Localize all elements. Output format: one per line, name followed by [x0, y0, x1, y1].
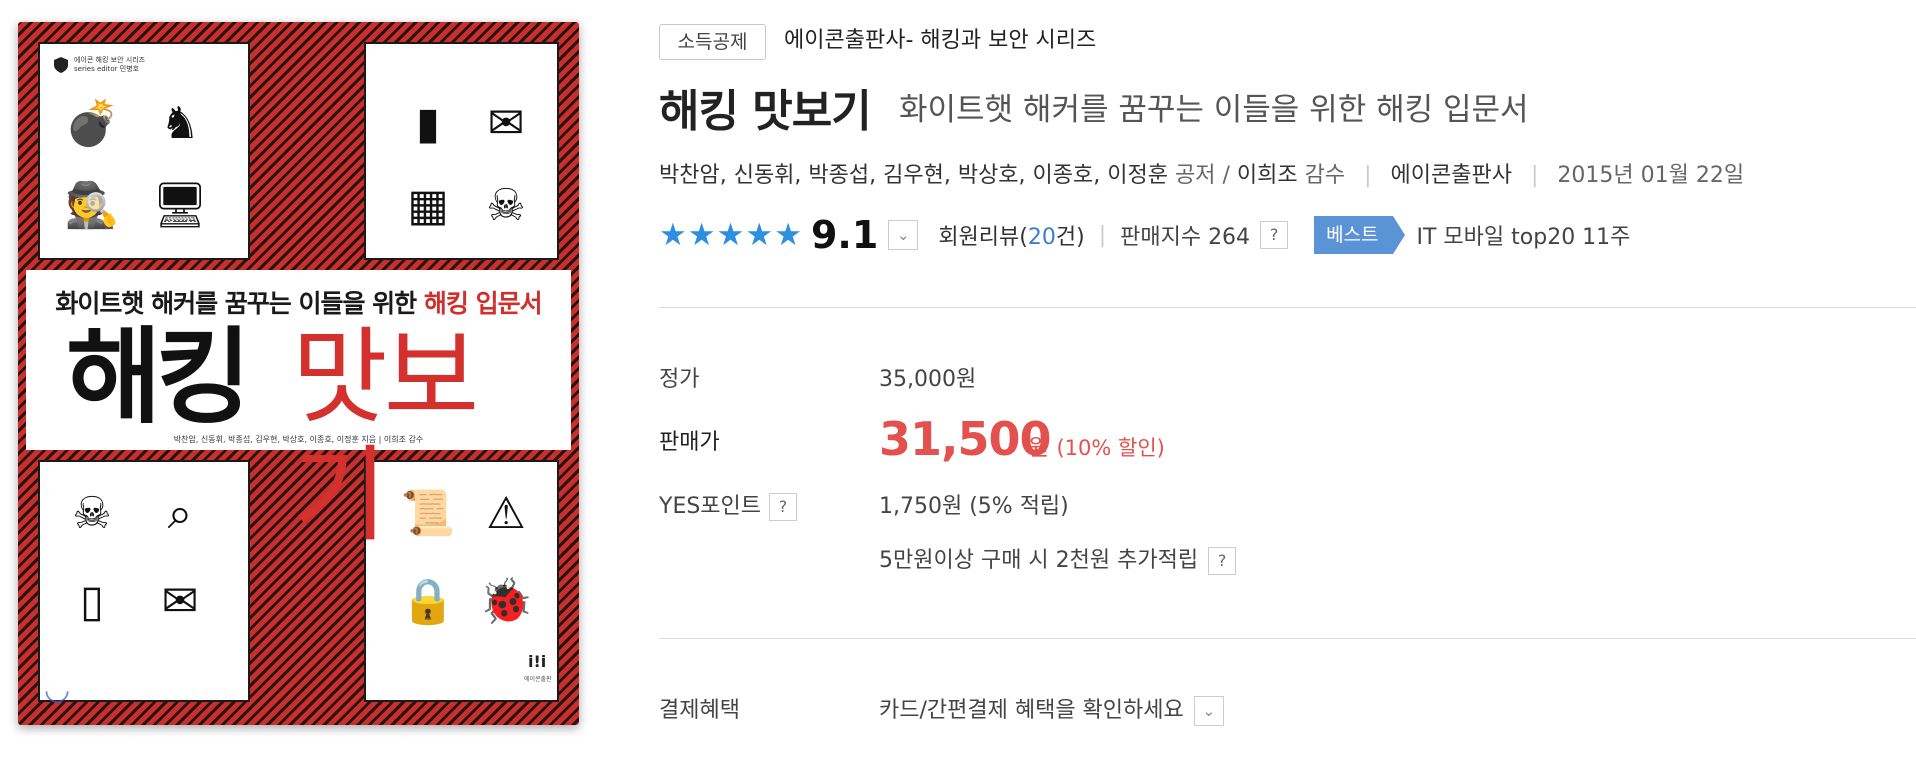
flash-drive-icon: ▯ — [79, 576, 105, 627]
pirate-icon: ☠ — [72, 488, 112, 539]
star-icon: ★ — [687, 217, 716, 253]
cover-title-black: 해킹 — [66, 316, 251, 438]
cover-subtitle-highlight: 해킹 입문서 — [423, 289, 543, 318]
supervisor-role: 감수 — [1304, 163, 1346, 188]
discount-rate: (10% 할인) — [1056, 436, 1165, 460]
bomb-icon: 💣 — [64, 98, 120, 149]
publisher-logo-text: 에이콘출판 — [524, 676, 552, 683]
shield-icon — [54, 57, 68, 73]
bonus-points: 5만원이상 구매 시 2천원 추가적립? — [879, 542, 1237, 575]
chevron-down-icon: ⌄ — [897, 226, 910, 244]
separator: | — [1530, 163, 1539, 188]
smile-icon: ◡ — [44, 672, 71, 707]
usb-icon: ▮ — [415, 98, 441, 149]
points-value: 1,750원 (5% 적립) — [879, 494, 1069, 519]
book-cover[interactable]: 에이콘 해킹 보안 시리즈 series editor 민병호 💣 ♞ 🕵 🖥 … — [18, 22, 579, 725]
product-title: 해킹 맛보기 — [659, 86, 872, 137]
script-icon: 📜 — [400, 488, 456, 539]
star-icon: ★ — [774, 217, 802, 253]
rating-row: ★★★★★ 9.1 ⌄ 회원리뷰(20건) | 판매지수 264 ? 베스트 I… — [659, 213, 1631, 257]
payment-benefit-label: 결제혜택 — [659, 698, 740, 723]
sales-index: 판매지수 264 — [1120, 225, 1251, 250]
divider — [659, 638, 1916, 639]
review-count: 20 — [1027, 225, 1056, 250]
cover-authors: 박찬암, 신동휘, 박종섭, 김우현, 박상호, 이종호, 이정훈 지음 | 이… — [173, 435, 424, 444]
payment-benefit[interactable]: 카드/간편결제 혜택을 확인하세요 ⌄ — [879, 692, 1224, 726]
points-label: YES포인트? — [659, 488, 798, 521]
publish-date: 2015년 01월 22일 — [1557, 163, 1745, 188]
skull-icon: ☠ — [486, 180, 526, 231]
star-icon: ★ — [659, 217, 687, 253]
binary-search-icon: ⌕ — [167, 488, 193, 539]
series-link[interactable]: 에이콘출판사- 해킹과 보안 시리즈 — [784, 22, 1096, 54]
computer-icon: 🖥 — [152, 180, 208, 231]
authors-role: 공저 — [1174, 163, 1216, 188]
separator: | — [1098, 222, 1107, 248]
cover-series-line2: series editor 민병호 — [74, 65, 140, 73]
spy-icon: 🕵 — [64, 180, 120, 231]
bug-icon: 🐞 — [478, 576, 534, 627]
publisher-link[interactable]: 에이콘출판사 — [1391, 163, 1512, 188]
publisher-logo: i!i — [528, 652, 547, 671]
payment-dropdown-button[interactable]: ⌄ — [1193, 696, 1224, 726]
product-meta: 박찬암, 신동휘, 박종섭, 김우현, 박상호, 이종호, 이정훈 공저 / 이… — [659, 157, 1744, 189]
review-link[interactable]: 회원리뷰(20건) — [938, 219, 1084, 251]
cover-series: 에이콘 해킹 보안 시리즈 series editor 민병호 — [54, 56, 145, 74]
sale-price: 31,500 — [879, 412, 1052, 466]
cover-art: 에이콘 해킹 보안 시리즈 series editor 민병호 💣 ♞ 🕵 🖥 … — [18, 22, 579, 725]
sale-price-unit: 원 (10% 할인) — [1028, 435, 1165, 461]
list-price: 35,000원 — [879, 367, 977, 392]
sales-help-icon[interactable]: ? — [1260, 221, 1289, 249]
star-icon: ★ — [745, 217, 774, 253]
cover-title: 해킹 맛보기 — [56, 316, 556, 554]
chevron-down-icon: ⌄ — [1202, 702, 1216, 720]
sale-price-label: 판매가 — [659, 430, 720, 455]
cover-series-line1: 에이콘 해킹 보안 시리즈 — [74, 56, 146, 64]
authors-link[interactable]: 박찬암, 신동휘, 박종섭, 김우현, 박상호, 이종호, 이정훈 — [659, 163, 1168, 188]
mail-virus-icon: ✉ — [487, 98, 525, 149]
points-help-icon[interactable]: ? — [769, 493, 798, 521]
firewall-icon: ▦ — [407, 180, 449, 231]
product-subtitle: 화이트햇 해커를 꿈꾸는 이들을 위한 해킹 입문서 — [899, 92, 1529, 128]
slash: / — [1222, 163, 1230, 188]
divider — [659, 307, 1916, 308]
list-price-label: 정가 — [659, 367, 700, 392]
cover-subtitle: 화이트햇 해커를 꿈꾸는 이들을 위한 해킹 입문서 — [55, 289, 543, 318]
rating-score: 9.1 — [810, 213, 879, 257]
lock-icon: 🔒 — [400, 576, 456, 627]
tax-deduction-badge: 소득공제 — [659, 24, 766, 60]
star-rating: ★★★★★ — [659, 219, 803, 251]
spam-icon: ✉ — [161, 576, 199, 627]
separator: | — [1364, 163, 1372, 188]
best-badge: 베스트 — [1314, 216, 1406, 254]
rating-dropdown-button[interactable]: ⌄ — [888, 220, 919, 250]
supervisor-link[interactable]: 이희조 — [1237, 163, 1298, 188]
star-icon: ★ — [716, 217, 745, 253]
bonus-help-icon[interactable]: ? — [1208, 547, 1237, 575]
monitor-alert-icon: ⚠ — [486, 488, 526, 539]
best-rank-link[interactable]: IT 모바일 top20 11주 — [1417, 219, 1631, 251]
trojan-horse-icon: ♞ — [160, 98, 200, 149]
